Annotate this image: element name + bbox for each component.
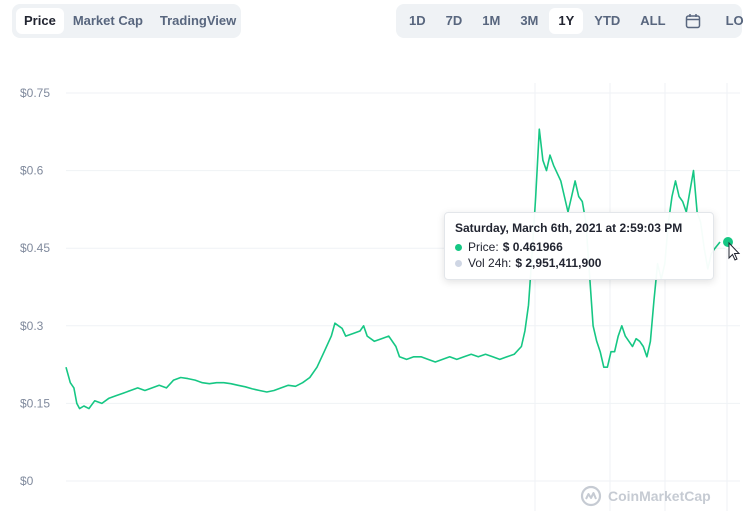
y-tick-label: $0.3 <box>20 319 44 333</box>
tooltip-volume-label: Vol 24h: <box>468 256 512 270</box>
tooltip-date: Saturday, March 6th, 2021 at 2:59:03 PM <box>455 221 683 235</box>
tooltip-price-label: Price: <box>468 240 499 254</box>
coinmarketcap-logo-icon <box>580 485 602 507</box>
tooltip-price-row: Price: $ 0.461966 <box>455 239 703 255</box>
tooltip-volume-value: $ 2,951,411,900 <box>515 256 602 270</box>
chart-grid <box>66 92 740 482</box>
volume-legend-dot <box>455 259 462 267</box>
price-tooltip: Saturday, March 6th, 2021 at 2:59:03 PM … <box>444 212 714 280</box>
price-legend-dot <box>455 243 462 251</box>
chart-vertical-gridlines <box>534 83 728 511</box>
y-tick-label: $0.75 <box>20 86 50 100</box>
y-tick-label: $0.6 <box>20 164 44 178</box>
y-tick-label: $0.15 <box>20 396 50 410</box>
tooltip-price-value: $ 0.461966 <box>502 240 563 254</box>
y-tick-label: $0 <box>20 474 34 488</box>
coinmarketcap-watermark: CoinMarketCap <box>580 485 711 507</box>
y-tick-label: $0.45 <box>20 241 50 255</box>
watermark-text: CoinMarketCap <box>608 488 711 504</box>
y-axis-ticks: $0 $0.15 $0.3 $0.45 $0.6 $0.75 <box>20 86 50 488</box>
tooltip-volume-row: Vol 24h: $ 2,951,411,900 <box>455 255 703 271</box>
